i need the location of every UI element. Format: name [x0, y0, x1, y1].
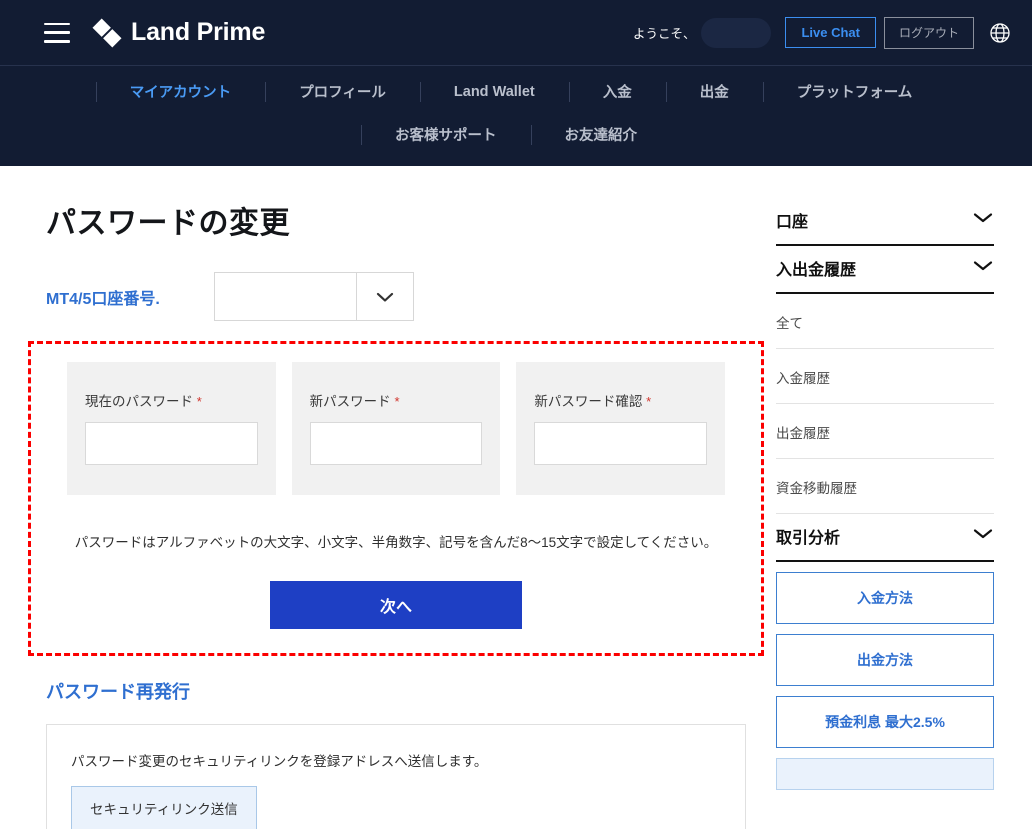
hamburger-bar [44, 40, 70, 43]
nav-row-primary: マイアカウント プロフィール Land Wallet 入金 出金 プラットフォー… [0, 70, 1032, 113]
chevron-down-icon [972, 211, 994, 229]
new-password-label-text: 新パスワード [309, 394, 391, 409]
chevron-down-icon [357, 273, 413, 320]
confirm-password-field-card: 新パスワード確認 * [516, 362, 726, 495]
header-actions: ようこそ、 Live Chat ログアウト [632, 16, 1014, 49]
new-password-input[interactable] [309, 422, 483, 465]
main-navigation: マイアカウント プロフィール Land Wallet 入金 出金 プラットフォー… [0, 65, 1032, 166]
hamburger-bar [44, 22, 70, 25]
sidebar-button-withdrawal-methods[interactable]: 出金方法 [776, 634, 994, 686]
sidebar-button-deposit-interest[interactable]: 預金利息 最大2.5% [776, 696, 994, 748]
account-number-select[interactable] [214, 272, 414, 321]
user-name-redacted [701, 17, 772, 48]
nav-item-land-wallet[interactable]: Land Wallet [454, 73, 535, 111]
diamond-logo-icon [92, 18, 122, 48]
current-password-label-text: 現在のパスワード [85, 394, 193, 409]
globe-icon[interactable] [986, 19, 1014, 47]
nav-row-secondary: お客様サポート お友達紹介 [0, 113, 1032, 156]
sidebar-item-deposit-history[interactable]: 入金履歴 [776, 349, 994, 404]
sidebar-accordion-account[interactable]: 口座 [776, 198, 994, 246]
sidebar-item-all[interactable]: 全て [776, 294, 994, 349]
nav-item-withdrawal[interactable]: 出金 [700, 70, 729, 113]
hamburger-bar [44, 31, 70, 34]
sidebar-accordion-transaction-history[interactable]: 入出金履歴 [776, 246, 994, 294]
confirm-password-label: 新パスワード確認 * [534, 390, 707, 410]
sidebar-accordion-account-label: 口座 [776, 214, 809, 231]
sidebar-accordion-trade-analysis-label: 取引分析 [776, 530, 841, 547]
send-security-link-button[interactable]: セキュリティリンク送信 [71, 786, 257, 829]
right-sidebar: 口座 入出金履歴 全て 入金履歴 出金履歴 資金移動履歴 取引分析 入金方法 出… [768, 166, 1032, 829]
next-button[interactable]: 次へ [270, 581, 522, 629]
welcome-text: ようこそ、 [632, 27, 696, 41]
sidebar-item-transfer-history[interactable]: 資金移動履歴 [776, 459, 994, 514]
chevron-down-icon [972, 527, 994, 545]
password-rules-hint: パスワードはアルファベットの大文字、小文字、半角数字、記号を含んだ8〜15文字で… [74, 535, 718, 550]
nav-item-profile[interactable]: プロフィール [299, 70, 386, 113]
password-reissue-card: パスワード変更のセキュリティリンクを登録アドレスへ送信します。 セキュリティリン… [46, 724, 746, 829]
page-title: パスワードの変更 [46, 207, 290, 240]
current-password-label: 現在のパスワード * [85, 390, 258, 410]
top-header-bar: Land Prime ようこそ、 Live Chat ログアウト [0, 0, 1032, 65]
current-password-input[interactable] [85, 422, 258, 465]
hamburger-icon[interactable] [44, 22, 70, 43]
sidebar-button-partially-visible[interactable] [776, 758, 994, 790]
new-password-field-card: 新パスワード * [291, 362, 501, 495]
page-body: パスワードの変更 MT4/5口座番号. 現在のパスワード * 新パスワード * … [0, 166, 1032, 829]
password-change-highlight-region: 現在のパスワード * 新パスワード * 新パスワード確認 * パスワードはアルフ… [28, 341, 764, 656]
password-reissue-title: パスワード再発行 [46, 682, 190, 702]
nav-item-refer-a-friend[interactable]: お友達紹介 [565, 113, 638, 156]
required-marker: * [196, 394, 202, 409]
brand-name: Land Prime [131, 18, 266, 46]
brand-logo[interactable]: Land Prime [92, 18, 265, 48]
current-password-field-card: 現在のパスワード * [67, 362, 276, 495]
confirm-password-input[interactable] [534, 422, 708, 465]
required-marker: * [646, 394, 652, 409]
nav-item-deposit[interactable]: 入金 [603, 70, 632, 113]
sidebar-accordion-trade-analysis[interactable]: 取引分析 [776, 514, 994, 562]
password-fields-group: 現在のパスワード * 新パスワード * 新パスワード確認 * [67, 362, 726, 495]
live-chat-button[interactable]: Live Chat [785, 17, 876, 48]
nav-item-platform[interactable]: プラットフォーム [797, 70, 913, 113]
main-content: パスワードの変更 MT4/5口座番号. 現在のパスワード * 新パスワード * … [0, 166, 768, 829]
account-number-selected-value [215, 273, 357, 320]
nav-item-my-account[interactable]: マイアカウント [130, 70, 232, 113]
account-select-row: MT4/5口座番号. [46, 272, 768, 321]
chevron-down-icon [972, 259, 994, 277]
logout-button[interactable]: ログアウト [883, 16, 974, 49]
new-password-label: 新パスワード * [310, 390, 483, 410]
password-reissue-description: パスワード変更のセキュリティリンクを登録アドレスへ送信します。 [71, 754, 488, 769]
required-marker: * [394, 394, 400, 409]
sidebar-item-withdrawal-history[interactable]: 出金履歴 [776, 404, 994, 459]
sidebar-accordion-transaction-history-label: 入出金履歴 [776, 262, 857, 279]
sidebar-button-deposit-methods[interactable]: 入金方法 [776, 572, 994, 624]
confirm-password-label-text: 新パスワード確認 [534, 394, 643, 409]
account-number-label: MT4/5口座番号. [46, 290, 160, 308]
nav-item-customer-support[interactable]: お客様サポート [395, 113, 497, 156]
